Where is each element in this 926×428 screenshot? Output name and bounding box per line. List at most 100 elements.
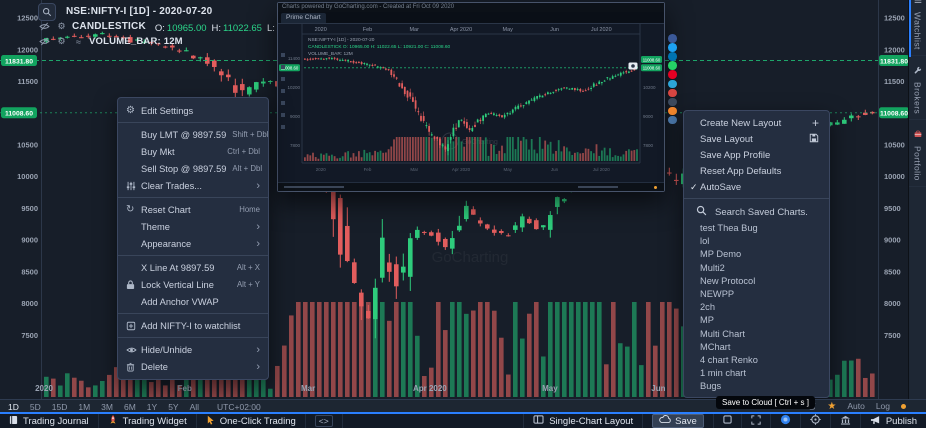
- share-twitter-icon[interactable]: [668, 43, 677, 52]
- square-icon: [723, 415, 732, 427]
- share-email-icon[interactable]: [668, 107, 677, 116]
- menu-item-clear-trades[interactable]: Clear Trades...›: [118, 177, 268, 194]
- eye-icon: [126, 346, 141, 354]
- saved-chart-2ch[interactable]: 2ch: [684, 301, 829, 314]
- magnifier-icon[interactable]: [38, 3, 56, 21]
- menu-separator: [684, 198, 829, 199]
- menu-item-buy-mkt[interactable]: Buy MktCtrl + Dbl: [118, 143, 268, 160]
- layout-menu-item-autosave[interactable]: ✓AutoSave: [684, 179, 829, 195]
- menu-item-sell-stop-9897-59[interactable]: Sell Stop @ 9897.59Alt + Dbl: [118, 160, 268, 177]
- share-tumblr-icon[interactable]: [668, 98, 677, 107]
- svg-text:7500: 7500: [21, 331, 38, 340]
- saved-chart-test-thea-bug[interactable]: test Thea Bug: [684, 222, 829, 235]
- share-pinterest-icon[interactable]: [668, 70, 677, 79]
- statusbar-bank-button[interactable]: [830, 414, 860, 428]
- timeframe-1m[interactable]: 1M: [78, 402, 90, 412]
- share-linkedin-icon[interactable]: [668, 52, 677, 61]
- menu-item-x-line-at-9897-59[interactable]: X Line At 9897.59Alt + X: [118, 259, 268, 276]
- side-tab-label: Watchlist: [913, 12, 923, 50]
- statusbar--button[interactable]: <>: [306, 414, 343, 428]
- share-reddit-icon[interactable]: [668, 89, 677, 98]
- menu-item-appearance[interactable]: Appearance›: [118, 235, 268, 252]
- menu-item-add-anchor-vwap[interactable]: Add Anchor VWAP: [118, 293, 268, 310]
- save-icon: [809, 133, 819, 146]
- preview-tab[interactable]: Prime Chart: [281, 13, 326, 23]
- share-facebook-icon[interactable]: [668, 34, 677, 43]
- menu-item-hide-unhide[interactable]: Hide/Unhide›: [118, 341, 268, 358]
- svg-text:May: May: [503, 167, 512, 172]
- menu-item-edit-settings[interactable]: ⚙Edit Settings: [118, 102, 268, 119]
- side-tab-watchlist[interactable]: Watchlist: [909, 0, 926, 56]
- timeframe-3m[interactable]: 3M: [101, 402, 113, 412]
- svg-text:8000: 8000: [884, 299, 901, 308]
- statusbar-label: Trading Journal: [23, 416, 89, 427]
- share-telegram-icon[interactable]: [668, 80, 677, 89]
- hide-series-icon[interactable]: [38, 22, 51, 31]
- layout-menu-item-save-layout[interactable]: Save Layout: [684, 131, 829, 147]
- saved-chart-mp-demo[interactable]: MP Demo: [684, 248, 829, 261]
- saved-chart-mp[interactable]: MP: [684, 314, 829, 327]
- statusbar-trading-journal-button[interactable]: Trading Journal: [0, 414, 99, 428]
- statusbar-trading-widget-button[interactable]: Trading Widget: [99, 414, 197, 428]
- saved-chart-multi-chart[interactable]: Multi Chart: [684, 328, 829, 341]
- volume-settings-icon[interactable]: ⚙: [55, 36, 68, 47]
- angle-brackets-button[interactable]: <>: [315, 415, 333, 427]
- timeframe-all[interactable]: All: [190, 402, 199, 412]
- menu-item-theme[interactable]: Theme›: [118, 218, 268, 235]
- svg-text:11831.80: 11831.80: [880, 58, 908, 65]
- statusbar-save-button[interactable]: Save: [642, 414, 713, 428]
- menu-item-delete[interactable]: Delete›: [118, 358, 268, 375]
- statusbar-right: Single-Chart Layout Save Publish: [523, 414, 926, 428]
- layout-menu-item-reset-app-defaults[interactable]: Reset App Defaults: [684, 163, 829, 179]
- timeframe-1d[interactable]: 1D: [8, 402, 19, 412]
- statusbar-publish-button[interactable]: Publish: [860, 414, 926, 428]
- timeframe-5y[interactable]: 5Y: [168, 402, 178, 412]
- svg-text:Apr 2020: Apr 2020: [450, 27, 472, 33]
- layout-menu-item-create-new-layout[interactable]: Create New Layout+: [684, 115, 829, 131]
- hide-volume-icon[interactable]: [38, 37, 51, 46]
- active-tab-indicator: [909, 0, 911, 57]
- share-whatsapp-icon[interactable]: [668, 61, 677, 70]
- svg-text:9000: 9000: [21, 236, 38, 245]
- statusbar-square-button[interactable]: [713, 414, 741, 428]
- statusbar-target-button[interactable]: [800, 414, 830, 428]
- timeframe-1y[interactable]: 1Y: [147, 402, 157, 412]
- saved-chart-mchart[interactable]: MChart: [684, 341, 829, 354]
- menu-item-add-nifty-i-to-watchlist[interactable]: Add NIFTY-I to watchlist: [118, 317, 268, 334]
- search-saved-charts[interactable]: Search Saved Charts.: [684, 202, 829, 222]
- saved-chart-lol[interactable]: lol: [684, 235, 829, 248]
- side-tab-portfolio[interactable]: Portfolio: [909, 120, 926, 187]
- star-icon[interactable]: ★: [827, 401, 836, 412]
- chevron-right-icon: ›: [256, 345, 260, 355]
- timeframe-15d[interactable]: 15D: [52, 402, 68, 412]
- saved-chart-4-chart-renko[interactable]: 4 chart Renko: [684, 354, 829, 367]
- svg-text:9500: 9500: [884, 204, 901, 213]
- saved-chart-bugs[interactable]: Bugs: [684, 380, 829, 393]
- timezone-label[interactable]: UTC+02:00: [217, 402, 261, 412]
- saved-chart-new-protocol[interactable]: New Protocol: [684, 275, 829, 288]
- svg-text:Jun: Jun: [550, 27, 559, 33]
- layout-menu-item-save-app-profile[interactable]: Save App Profile: [684, 147, 829, 163]
- saved-chart-1-min-chart[interactable]: 1 min chart: [684, 367, 829, 380]
- statusbar-expand-button[interactable]: [741, 414, 770, 428]
- menu-item-reset-chart[interactable]: ↻Reset ChartHome: [118, 201, 268, 218]
- statusbar-one-click-trading-button[interactable]: One-Click Trading: [197, 414, 306, 428]
- side-tab-strip: Watchlist BrokersPortfolio: [908, 0, 926, 399]
- timeframe-5d[interactable]: 5D: [30, 402, 41, 412]
- series-settings-icon[interactable]: ⚙: [55, 21, 68, 32]
- statusbar-single-chart-layout-button[interactable]: Single-Chart Layout: [523, 414, 642, 428]
- save-button[interactable]: Save: [652, 414, 704, 428]
- menu-shortcut: Alt + Y: [237, 280, 260, 289]
- auto-toggle[interactable]: Auto: [847, 401, 865, 411]
- timeframe-6m[interactable]: 6M: [124, 402, 136, 412]
- menu-item-label: Edit Settings: [141, 106, 260, 116]
- share-vk-icon[interactable]: [668, 116, 677, 125]
- log-toggle[interactable]: Log: [876, 401, 890, 411]
- saved-chart-multi2[interactable]: Multi2: [684, 262, 829, 275]
- svg-text:11500: 11500: [884, 77, 904, 86]
- statusbar-blue-circle-button[interactable]: [770, 414, 800, 428]
- menu-item-buy-lmt-9897-59[interactable]: Buy LMT @ 9897.59Shift + Dbl: [118, 126, 268, 143]
- saved-chart-newpp[interactable]: NEWPP: [684, 288, 829, 301]
- side-tab-brokers[interactable]: Brokers: [909, 56, 926, 120]
- menu-item-lock-vertical-line[interactable]: Lock Vertical LineAlt + Y: [118, 276, 268, 293]
